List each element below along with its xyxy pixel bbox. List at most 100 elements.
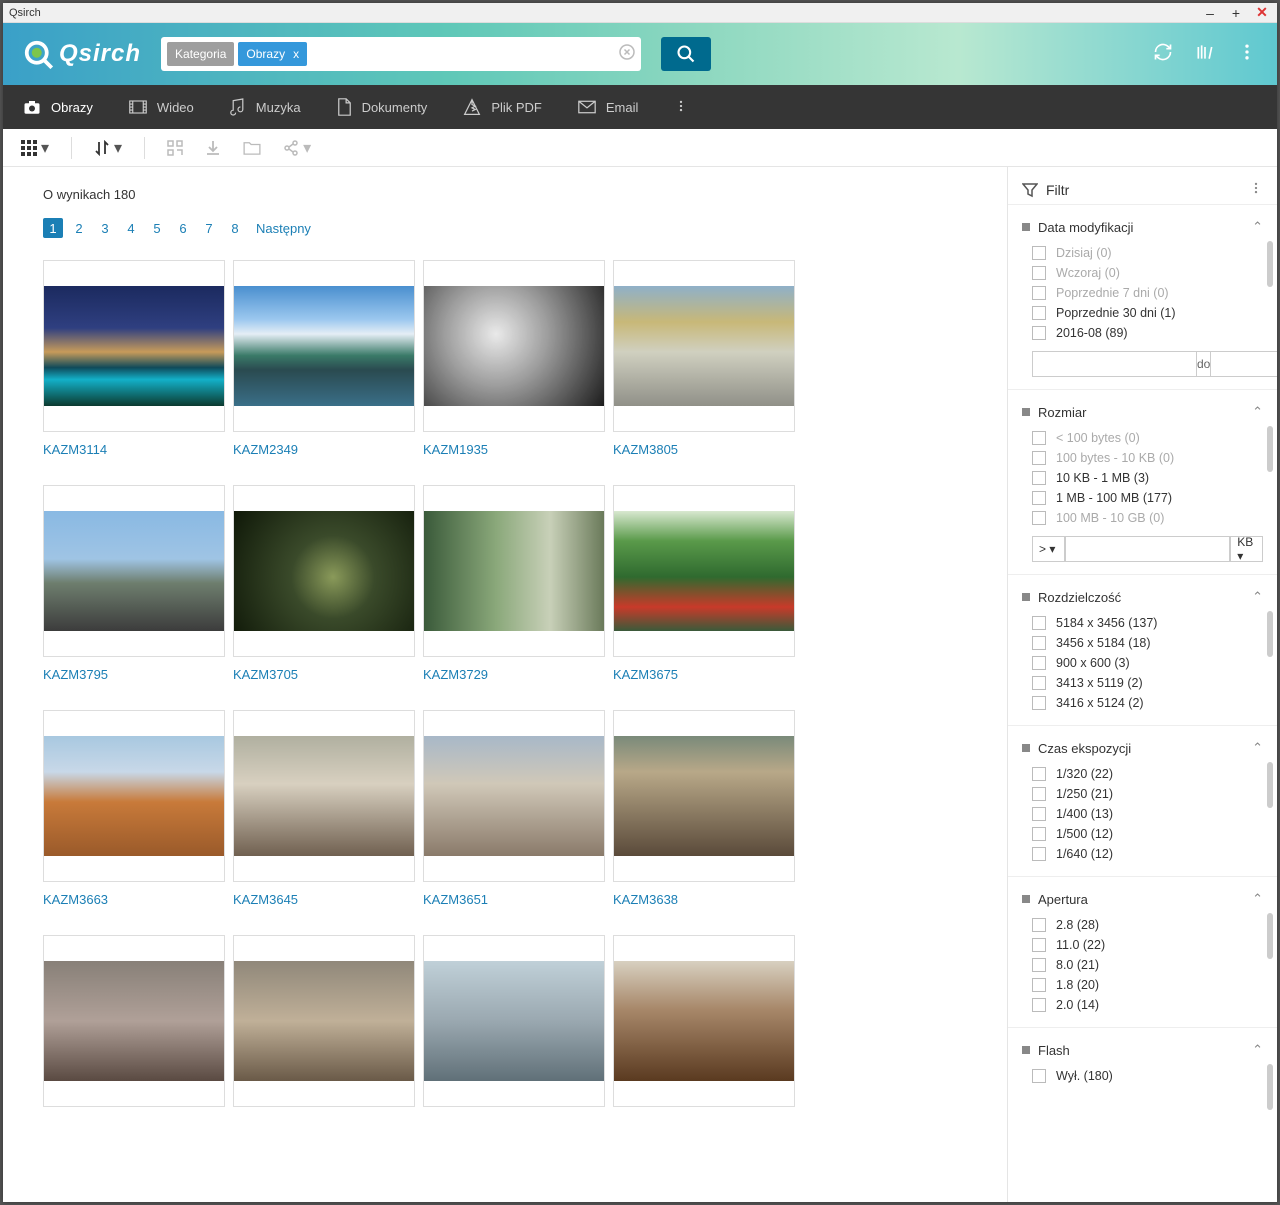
- page-3[interactable]: 3: [95, 218, 115, 238]
- next-page[interactable]: Następny: [251, 218, 316, 238]
- remove-tag-icon[interactable]: x: [293, 47, 299, 61]
- checkbox[interactable]: [1032, 511, 1046, 525]
- checkbox[interactable]: [1032, 306, 1046, 320]
- result-name[interactable]: KAZM3663: [43, 892, 225, 907]
- maximize-button[interactable]: +: [1227, 4, 1245, 22]
- checkbox[interactable]: [1032, 326, 1046, 340]
- thumbnail[interactable]: [613, 710, 795, 882]
- scrollbar[interactable]: [1267, 913, 1273, 959]
- folder-icon[interactable]: [243, 141, 261, 155]
- result-card[interactable]: [43, 935, 225, 1107]
- checkbox[interactable]: [1032, 491, 1046, 505]
- nav-more-icon[interactable]: [674, 99, 688, 116]
- thumbnail[interactable]: [613, 260, 795, 432]
- filter-option[interactable]: 1/640 (12): [1022, 844, 1263, 864]
- thumbnail[interactable]: [423, 935, 605, 1107]
- view-grid-button[interactable]: ▾: [21, 138, 49, 158]
- result-card[interactable]: KAZM2349: [233, 260, 415, 457]
- facet-title[interactable]: Flash⌃: [1022, 1038, 1263, 1066]
- download-icon[interactable]: [205, 140, 221, 156]
- filter-option[interactable]: 11.0 (22): [1022, 935, 1263, 955]
- nav-video[interactable]: Wideo: [129, 90, 194, 125]
- result-card[interactable]: KAZM3805: [613, 260, 795, 457]
- filter-option[interactable]: 1/400 (13): [1022, 804, 1263, 824]
- result-name[interactable]: KAZM3729: [423, 667, 605, 682]
- filter-option[interactable]: < 100 bytes (0): [1022, 428, 1263, 448]
- thumbnail[interactable]: [233, 710, 415, 882]
- page-8[interactable]: 8: [225, 218, 245, 238]
- thumbnail[interactable]: [43, 935, 225, 1107]
- checkbox[interactable]: [1032, 266, 1046, 280]
- date-to-input[interactable]: [1210, 351, 1277, 377]
- scrollbar[interactable]: [1267, 426, 1273, 472]
- result-name[interactable]: KAZM3645: [233, 892, 415, 907]
- thumbnail[interactable]: [423, 260, 605, 432]
- result-card[interactable]: KAZM3114: [43, 260, 225, 457]
- search-tag-value[interactable]: Obrazyx: [238, 42, 307, 66]
- page-1[interactable]: 1: [43, 218, 63, 238]
- result-card[interactable]: KAZM3663: [43, 710, 225, 907]
- result-name[interactable]: KAZM3638: [613, 892, 795, 907]
- filter-option[interactable]: 100 bytes - 10 KB (0): [1022, 448, 1263, 468]
- nav-music[interactable]: Muzyka: [230, 88, 301, 126]
- thumbnail[interactable]: [43, 260, 225, 432]
- filter-option[interactable]: 2.8 (28): [1022, 915, 1263, 935]
- checkbox[interactable]: [1032, 958, 1046, 972]
- result-name[interactable]: KAZM2349: [233, 442, 415, 457]
- checkbox[interactable]: [1032, 431, 1046, 445]
- library-icon[interactable]: [1195, 42, 1215, 67]
- checkbox[interactable]: [1032, 827, 1046, 841]
- checkbox[interactable]: [1032, 286, 1046, 300]
- result-card[interactable]: KAZM3645: [233, 710, 415, 907]
- result-name[interactable]: KAZM3114: [43, 442, 225, 457]
- size-compare[interactable]: > ▾: [1032, 536, 1065, 562]
- filter-option[interactable]: Wył. (180): [1022, 1066, 1263, 1086]
- filter-option[interactable]: 1/320 (22): [1022, 764, 1263, 784]
- filter-option[interactable]: 10 KB - 1 MB (3): [1022, 468, 1263, 488]
- scrollbar[interactable]: [1267, 1064, 1273, 1110]
- checkbox[interactable]: [1032, 918, 1046, 932]
- result-card[interactable]: KAZM3795: [43, 485, 225, 682]
- checkbox[interactable]: [1032, 998, 1046, 1012]
- scrollbar[interactable]: [1267, 611, 1273, 657]
- checkbox[interactable]: [1032, 636, 1046, 650]
- checkbox[interactable]: [1032, 1069, 1046, 1083]
- facet-title[interactable]: Apertura⌃: [1022, 887, 1263, 915]
- result-card[interactable]: KAZM1935: [423, 260, 605, 457]
- result-card[interactable]: KAZM3638: [613, 710, 795, 907]
- filter-option[interactable]: Wczoraj (0): [1022, 263, 1263, 283]
- filter-more-icon[interactable]: [1249, 181, 1263, 198]
- close-button[interactable]: ✕: [1253, 4, 1271, 22]
- result-name[interactable]: KAZM3705: [233, 667, 415, 682]
- thumbnail[interactable]: [233, 260, 415, 432]
- result-card[interactable]: KAZM3651: [423, 710, 605, 907]
- size-unit[interactable]: KB ▾: [1230, 536, 1263, 562]
- nav-email[interactable]: Email: [578, 90, 639, 125]
- checkbox[interactable]: [1032, 807, 1046, 821]
- checkbox[interactable]: [1032, 246, 1046, 260]
- search-button[interactable]: [661, 37, 711, 71]
- result-card[interactable]: [613, 935, 795, 1107]
- filter-option[interactable]: 2016-08 (89): [1022, 323, 1263, 343]
- thumbnail[interactable]: [43, 710, 225, 882]
- thumbnail[interactable]: [233, 935, 415, 1107]
- result-card[interactable]: KAZM3729: [423, 485, 605, 682]
- filter-option[interactable]: 1.8 (20): [1022, 975, 1263, 995]
- qr-icon[interactable]: [167, 140, 183, 156]
- filter-option[interactable]: 5184 x 3456 (137): [1022, 613, 1263, 633]
- page-2[interactable]: 2: [69, 218, 89, 238]
- thumbnail[interactable]: [423, 485, 605, 657]
- scrollbar[interactable]: [1267, 241, 1273, 287]
- result-name[interactable]: KAZM1935: [423, 442, 605, 457]
- page-6[interactable]: 6: [173, 218, 193, 238]
- sort-button[interactable]: ▾: [94, 138, 122, 158]
- result-name[interactable]: KAZM3675: [613, 667, 795, 682]
- result-name[interactable]: KAZM3805: [613, 442, 795, 457]
- facet-title[interactable]: Czas ekspozycji⌃: [1022, 736, 1263, 764]
- filter-option[interactable]: 900 x 600 (3): [1022, 653, 1263, 673]
- filter-option[interactable]: 1/500 (12): [1022, 824, 1263, 844]
- more-menu-icon[interactable]: [1237, 42, 1257, 67]
- checkbox[interactable]: [1032, 616, 1046, 630]
- filter-option[interactable]: 1/250 (21): [1022, 784, 1263, 804]
- filter-option[interactable]: 3456 x 5184 (18): [1022, 633, 1263, 653]
